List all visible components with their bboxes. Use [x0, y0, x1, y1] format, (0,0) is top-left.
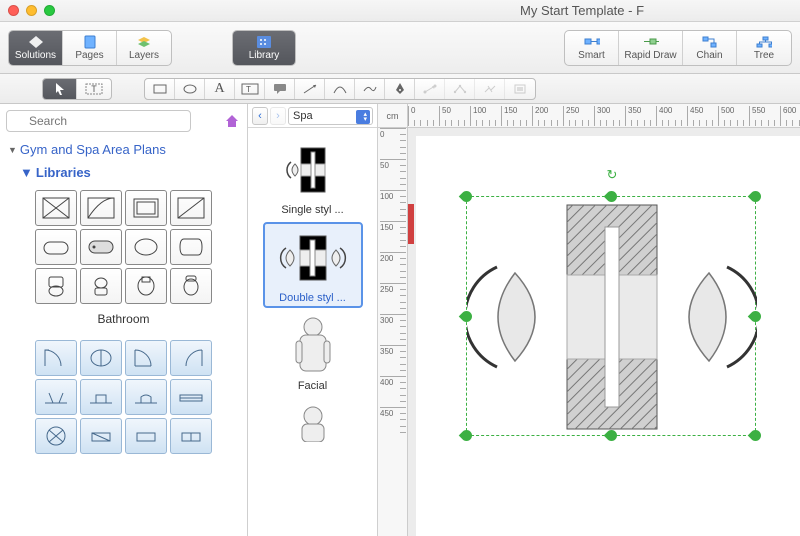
search-input[interactable]: [6, 110, 191, 132]
solutions-panel: 🔍 ▼Gym and Spa Area Plans ▼Libraries Bat…: [0, 104, 248, 536]
lib-item[interactable]: [80, 418, 122, 454]
nav-back[interactable]: ‹: [252, 107, 268, 125]
pen-tool[interactable]: [385, 79, 415, 99]
lib-item[interactable]: [35, 190, 77, 226]
solutions-icon: [28, 35, 44, 49]
chain-button[interactable]: Chain: [683, 31, 737, 65]
lib-item[interactable]: [125, 379, 167, 415]
lib-item[interactable]: [35, 379, 77, 415]
library-segment: Library: [232, 30, 296, 66]
lib-item[interactable]: [125, 190, 167, 226]
close-window[interactable]: [8, 5, 19, 16]
textbox-tool[interactable]: T: [235, 79, 265, 99]
spline-tool[interactable]: [355, 79, 385, 99]
rapiddraw-button[interactable]: Rapid Draw: [619, 31, 683, 65]
view-segment: Solutions Pages Layers: [8, 30, 172, 66]
lib-item[interactable]: [170, 229, 212, 265]
lib-item[interactable]: [170, 340, 212, 376]
canvas-object-double-styling[interactable]: [467, 197, 757, 437]
svg-text:T: T: [246, 85, 251, 94]
fullscreen-window[interactable]: [44, 5, 55, 16]
svg-text:T: T: [91, 84, 97, 94]
text-shape-tool[interactable]: A: [205, 79, 235, 99]
connector-tool[interactable]: [415, 79, 445, 99]
window-title: My Start Template - F: [0, 3, 800, 18]
lib-item[interactable]: [125, 340, 167, 376]
home-icon[interactable]: [223, 112, 241, 130]
rect-tool[interactable]: [145, 79, 175, 99]
shape-double-styling[interactable]: Double styl ...: [263, 222, 363, 308]
callout-tool[interactable]: [265, 79, 295, 99]
section-gym-spa[interactable]: ▼Gym and Spa Area Plans: [0, 138, 247, 161]
tree-icon: [756, 35, 772, 49]
shape-next[interactable]: [263, 398, 363, 446]
drawing-toolbar: T A T: [0, 74, 800, 104]
connect-segment: Smart Rapid Draw Chain Tree: [564, 30, 792, 66]
lib-item[interactable]: [125, 268, 167, 304]
lib-item[interactable]: [170, 379, 212, 415]
selection-bounds[interactable]: ↻: [466, 196, 756, 436]
pointer-tool[interactable]: [43, 79, 77, 99]
lib-item[interactable]: [80, 190, 122, 226]
titlebar: My Start Template - F: [0, 0, 800, 22]
lib-item[interactable]: [125, 229, 167, 265]
canvas[interactable]: ↻: [408, 128, 800, 536]
lib-item[interactable]: [80, 379, 122, 415]
lib-item[interactable]: [170, 418, 212, 454]
category-dropdown[interactable]: Spa▴▾: [288, 107, 373, 125]
lib-item[interactable]: [35, 229, 77, 265]
canvas-area: cm 050100150200250300350400450500550600 …: [378, 104, 800, 536]
edit-points-tool[interactable]: [445, 79, 475, 99]
ellipse-tool[interactable]: [175, 79, 205, 99]
ruler-vertical[interactable]: 050100150200250300350400450: [378, 128, 408, 536]
line-tool[interactable]: [295, 79, 325, 99]
library-button[interactable]: Library: [233, 31, 295, 65]
lib-item[interactable]: [125, 418, 167, 454]
minimize-window[interactable]: [26, 5, 37, 16]
layers-button[interactable]: Layers: [117, 31, 171, 65]
lib-item[interactable]: [35, 418, 77, 454]
lib-item[interactable]: [170, 190, 212, 226]
container-tool[interactable]: [505, 79, 535, 99]
rotation-handle[interactable]: ↻: [605, 167, 619, 181]
shape-facial[interactable]: Facial: [263, 310, 363, 396]
lib-item[interactable]: [80, 268, 122, 304]
library-icon: [256, 35, 272, 49]
pages-button[interactable]: Pages: [63, 31, 117, 65]
nav-fwd[interactable]: ›: [270, 107, 286, 125]
layers-icon: [136, 35, 152, 49]
solutions-button[interactable]: Solutions: [9, 31, 63, 65]
pages-icon: [82, 35, 98, 49]
library-label-bathroom: Bathroom: [0, 308, 247, 336]
text-tool[interactable]: T: [77, 79, 111, 99]
library-grid-2: [0, 336, 247, 458]
arc-tool[interactable]: [325, 79, 355, 99]
lib-item[interactable]: [35, 340, 77, 376]
lib-item[interactable]: [35, 268, 77, 304]
shape-single-styling[interactable]: Single styl ...: [263, 134, 363, 220]
unit-label: cm: [378, 104, 408, 128]
tree-button[interactable]: Tree: [737, 31, 791, 65]
lib-item[interactable]: [80, 229, 122, 265]
shapes-panel: ‹ › Spa▴▾ Single styl ...: [248, 104, 378, 536]
lib-item[interactable]: [80, 340, 122, 376]
page-margin-indicator: [408, 204, 414, 244]
main-toolbar: Solutions Pages Layers Library Smart Rap…: [0, 22, 800, 74]
break-tool[interactable]: [475, 79, 505, 99]
smart-button[interactable]: Smart: [565, 31, 619, 65]
smart-icon: [584, 35, 600, 49]
chain-icon: [702, 35, 718, 49]
library-grid-bathroom: [0, 186, 247, 308]
section-libraries[interactable]: ▼Libraries: [0, 161, 247, 186]
lib-item[interactable]: [170, 268, 212, 304]
rapiddraw-icon: [643, 35, 659, 49]
ruler-horizontal[interactable]: 050100150200250300350400450500550600: [408, 104, 800, 128]
